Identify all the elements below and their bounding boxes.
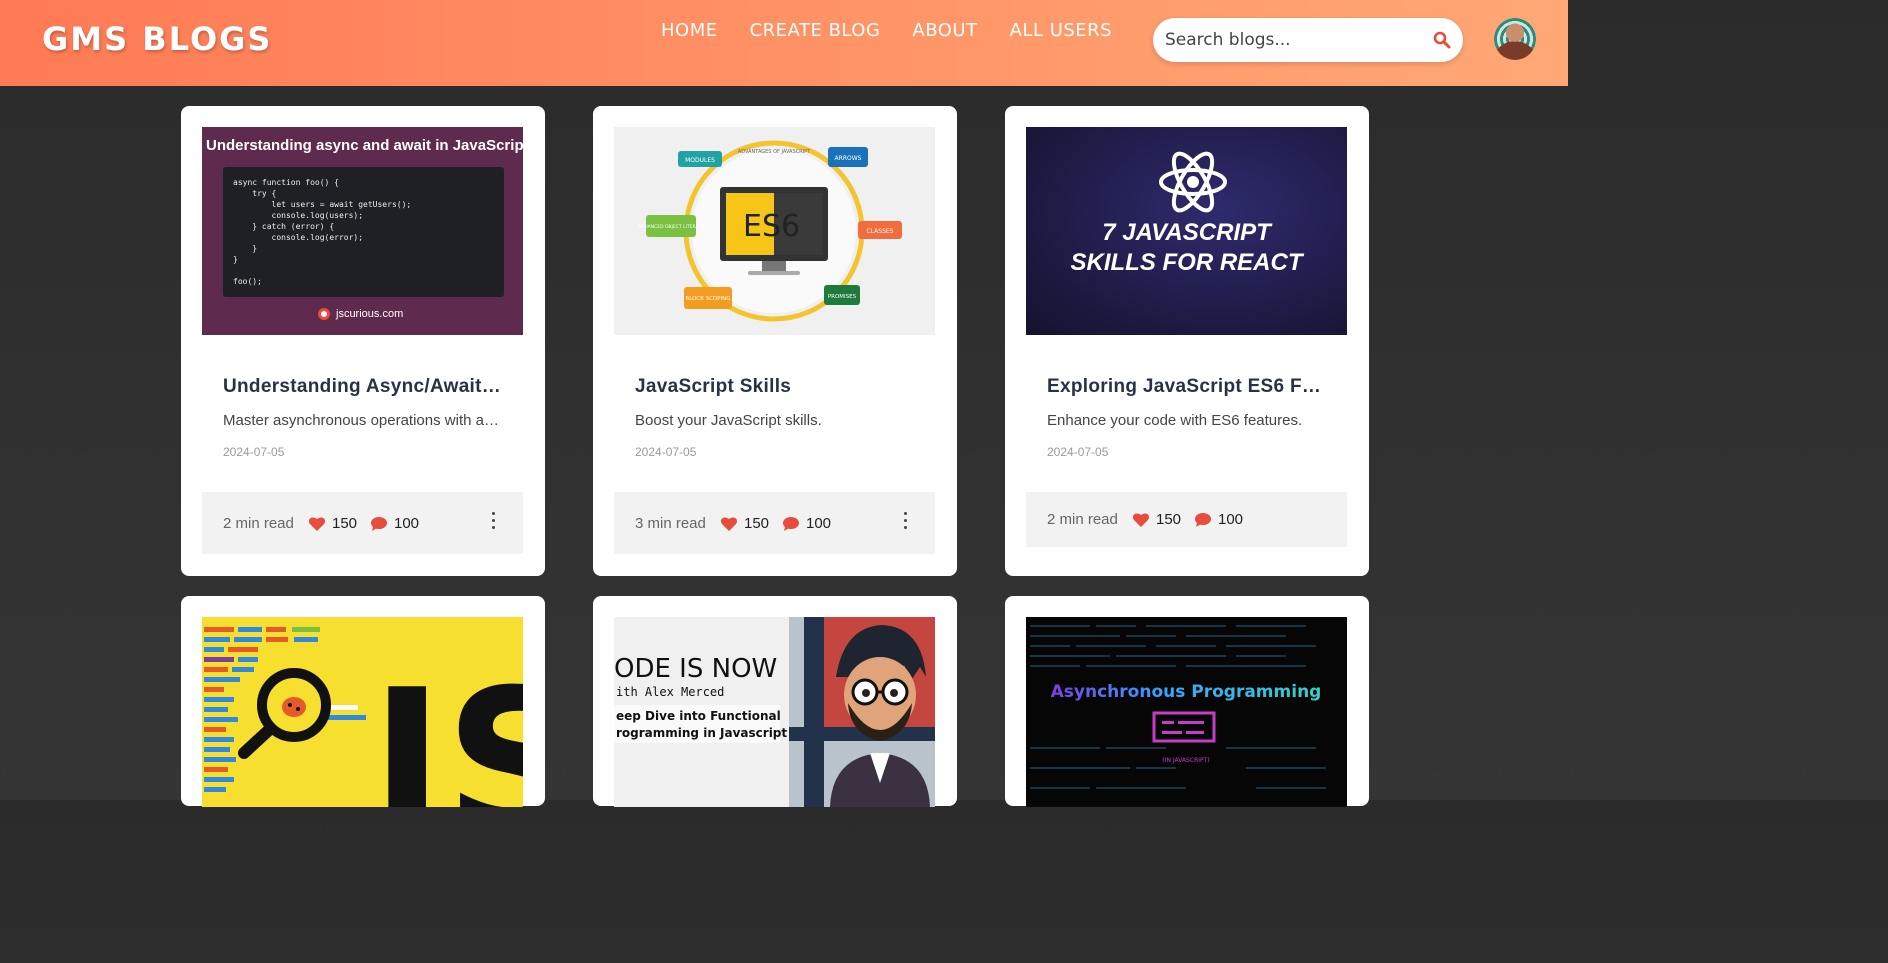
search-icon[interactable] xyxy=(1433,31,1451,54)
blog-title[interactable]: Understanding Async/Await in JavaScript xyxy=(223,376,505,398)
comment-icon xyxy=(371,516,387,531)
functional-programming-illustration: ODE IS NOW ith Alex Merced eep Dive into… xyxy=(614,617,935,807)
thumbnail-site: jscurious.com xyxy=(336,308,404,320)
read-time: 2 min read xyxy=(223,515,294,532)
blog-date: 2024-07-05 xyxy=(223,445,285,459)
heart-icon xyxy=(1132,513,1150,527)
like-count: 150 xyxy=(744,515,770,532)
bubble-label: ENHANCED OBJECT LITERALS xyxy=(638,224,704,230)
blog-thumbnail[interactable]: JS xyxy=(202,617,523,807)
js-text: JS xyxy=(358,647,523,807)
kebab-icon[interactable] xyxy=(489,512,497,534)
card-footer: 2 min read 150 100 xyxy=(1026,492,1347,547)
blog-title[interactable]: Exploring JavaScript ES6 Features xyxy=(1047,376,1329,398)
blog-card[interactable]: JS xyxy=(181,596,545,807)
blog-card[interactable]: Understanding async and await in JavaScr… xyxy=(181,106,545,576)
top-navbar: GMS BLOGS HOME CREATE BLOG ABOUT ALL USE… xyxy=(0,0,1568,86)
search-box xyxy=(1153,18,1463,62)
bubble-label: CLASSES xyxy=(867,228,894,235)
like-button[interactable]: 150 xyxy=(1132,511,1181,528)
blog-title[interactable]: JavaScript Skills xyxy=(635,376,917,398)
blog-description: Boost your JavaScript skills. xyxy=(635,412,822,429)
like-button[interactable]: 150 xyxy=(308,515,357,532)
blog-thumbnail[interactable]: ODE IS NOW ith Alex Merced eep Dive into… xyxy=(614,617,935,807)
blog-card[interactable]: ES6 ADVANTAGES OF JAVASCRIPT MODULES ARR… xyxy=(593,106,957,576)
blog-thumbnail[interactable]: 7 JAVASCRIPT SKILLS FOR REACT xyxy=(1026,127,1347,335)
read-time: 2 min read xyxy=(1047,511,1118,528)
kebab-icon[interactable] xyxy=(901,512,909,534)
nav-create-blog[interactable]: CREATE BLOG xyxy=(750,20,881,41)
bubble-label: MODULES xyxy=(685,157,715,164)
like-count: 150 xyxy=(332,515,358,532)
blog-description: Enhance your code with ES6 features. xyxy=(1047,412,1303,429)
es6-illustration: ES6 ADVANTAGES OF JAVASCRIPT MODULES ARR… xyxy=(638,140,902,322)
like-count: 150 xyxy=(1156,511,1182,528)
read-time: 3 min read xyxy=(635,515,706,532)
like-button[interactable]: 150 xyxy=(720,515,769,532)
comment-button[interactable]: 100 xyxy=(782,515,831,532)
card-footer: 3 min read 150 100 xyxy=(614,492,935,554)
card-footer: 2 min read 150 100 xyxy=(202,492,523,554)
thumbnail-line-1: ODE IS NOW xyxy=(614,654,777,684)
blog-card[interactable]: 7 JAVASCRIPT SKILLS FOR REACT Exploring … xyxy=(1005,106,1369,576)
thumbnail-caption: Understanding async and await in JavaScr… xyxy=(206,137,523,154)
bubble-label: ARROWS xyxy=(835,155,862,162)
atom-icon xyxy=(1159,151,1227,213)
thumbnail-line-1: 7 JAVASCRIPT xyxy=(1102,219,1271,246)
nav-home[interactable]: HOME xyxy=(661,20,718,41)
comment-count: 100 xyxy=(806,515,832,532)
thumbnail-line-2: SKILLS FOR REACT xyxy=(1070,249,1303,276)
comment-icon xyxy=(783,516,799,531)
thumbnail-line-4: rogramming in Javascript xyxy=(616,726,787,740)
bubble-label: BLOCK SCOPING xyxy=(685,296,730,302)
comment-icon xyxy=(1195,512,1211,527)
ring-label: ADVANTAGES OF JAVASCRIPT xyxy=(738,149,811,155)
heart-icon xyxy=(308,517,326,531)
nav-about[interactable]: ABOUT xyxy=(912,20,977,41)
blog-thumbnail[interactable]: Understanding async and await in JavaScr… xyxy=(202,127,523,335)
blog-card[interactable]: ODE IS NOW ith Alex Merced eep Dive into… xyxy=(593,596,957,807)
user-avatar[interactable] xyxy=(1494,18,1536,60)
es6-label: ES6 xyxy=(743,209,800,244)
thumbnail-line-3: eep Dive into Functional xyxy=(616,709,781,723)
bubble-label: PROMISES xyxy=(828,294,857,300)
main-nav: HOME CREATE BLOG ABOUT ALL USERS xyxy=(661,20,1144,41)
comment-button[interactable]: 100 xyxy=(370,515,419,532)
blog-card[interactable]: Asynchronous Programming (IN JAVASCRIPT) xyxy=(1005,596,1369,807)
thumbnail-code: async function foo() { try { let users =… xyxy=(223,167,504,297)
comment-button[interactable]: 100 xyxy=(1194,511,1243,528)
blog-thumbnail[interactable]: ES6 ADVANTAGES OF JAVASCRIPT MODULES ARR… xyxy=(614,127,935,335)
nav-all-users[interactable]: ALL USERS xyxy=(1010,20,1113,41)
heart-icon xyxy=(720,517,738,531)
comment-count: 100 xyxy=(394,515,420,532)
brand-logo[interactable]: GMS BLOGS xyxy=(42,20,272,58)
thumbnail-subtitle: (IN JAVASCRIPT) xyxy=(1162,757,1209,764)
thumbnail-line-2: ith Alex Merced xyxy=(616,685,724,699)
blog-thumbnail[interactable]: Asynchronous Programming (IN JAVASCRIPT) xyxy=(1026,617,1347,807)
blog-date: 2024-07-05 xyxy=(635,445,697,459)
comment-count: 100 xyxy=(1218,511,1244,528)
js-debug-illustration: JS xyxy=(204,627,523,807)
blog-date: 2024-07-05 xyxy=(1047,445,1109,459)
site-logo-icon xyxy=(318,308,330,320)
thumbnail-title: Asynchronous Programming xyxy=(1051,682,1322,702)
search-input[interactable] xyxy=(1165,26,1425,54)
async-programming-illustration: Asynchronous Programming (IN JAVASCRIPT) xyxy=(1026,617,1347,807)
blog-description: Master asynchronous operations with asyn… xyxy=(223,412,505,429)
